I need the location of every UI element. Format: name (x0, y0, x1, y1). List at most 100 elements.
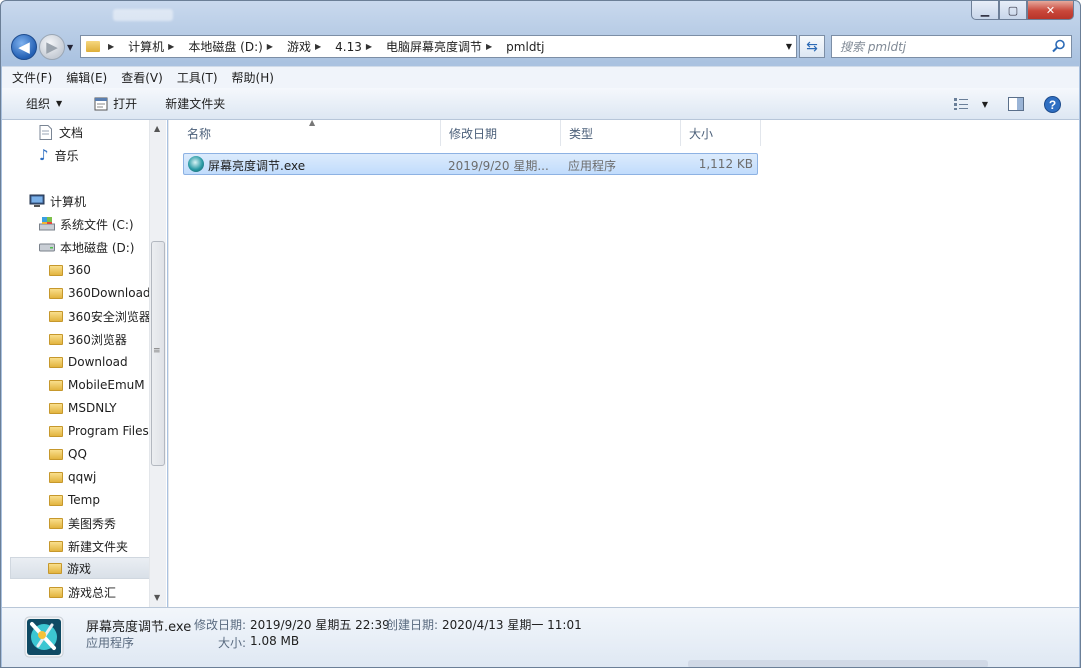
nav-folder[interactable]: 美图秀秀 (49, 512, 116, 534)
back-button[interactable]: ◀ (11, 34, 37, 60)
forward-button[interactable]: ▶ (39, 34, 65, 60)
document-icon (39, 124, 52, 140)
folder-icon (49, 402, 63, 414)
open-window-icon (94, 97, 108, 110)
nav-drive-c[interactable]: 系统文件 (C:) (39, 213, 134, 235)
back-arrow-icon: ◀ (18, 38, 30, 56)
nav-music[interactable]: ♪ 音乐 (39, 144, 79, 166)
chevron-down-icon: ▼ (56, 99, 63, 108)
file-modified: 2019/9/20 星期... (448, 159, 549, 173)
file-name: 屏幕亮度调节.exe (208, 159, 306, 173)
folder-icon (49, 517, 63, 529)
details-created-value: 2020/4/13 星期一 11:01 (442, 618, 582, 632)
view-options-button[interactable]: ▼ (953, 98, 988, 110)
search-input[interactable]: 搜索 pmldtj (831, 35, 1072, 58)
menu-edit[interactable]: 编辑(E) (66, 69, 107, 86)
chevron-right-icon[interactable]: ▶ (267, 42, 273, 51)
column-header-size[interactable]: 大小 (681, 120, 761, 146)
folder-icon (49, 540, 63, 552)
nav-folder[interactable]: 360安全浏览器 (49, 305, 151, 327)
nav-folder[interactable]: MSDNLY (49, 397, 117, 419)
folder-icon (49, 471, 63, 483)
recent-pages-dropdown[interactable]: ▼ (67, 43, 73, 52)
nav-folder[interactable]: qqwj (49, 466, 96, 488)
folder-icon (49, 356, 63, 368)
preview-pane-icon (1008, 97, 1024, 111)
nav-folder[interactable]: 360Download (49, 282, 151, 304)
system-drive-icon (39, 217, 55, 231)
details-modified-label: 修改日期: (194, 618, 247, 632)
nav-scrollbar[interactable]: ▲ ≡ ▼ (149, 120, 166, 607)
scroll-grip-icon: ≡ (153, 346, 161, 356)
nav-folder[interactable]: 360 (49, 259, 91, 281)
folder-icon (49, 379, 63, 391)
breadcrumb-pmldtj[interactable]: pmldtj (502, 40, 548, 54)
folder-icon (49, 448, 63, 460)
column-header-name[interactable]: ▲ 名称 (169, 118, 441, 146)
chevron-right-icon[interactable]: ▶ (366, 42, 372, 51)
column-header-modified[interactable]: 修改日期 (441, 120, 561, 146)
breadcrumb-4-13[interactable]: 4.13 ▶ (331, 40, 382, 54)
forward-arrow-icon: ▶ (46, 38, 58, 56)
open-button[interactable]: 打开 (94, 95, 137, 112)
help-button[interactable]: ? (1044, 95, 1061, 113)
blurred-region (688, 660, 988, 667)
folder-icon (49, 494, 63, 506)
nav-documents[interactable]: 文档 (39, 121, 83, 143)
details-size-value: 1.08 MB (250, 634, 300, 648)
nav-folder-selected[interactable]: 游戏 (10, 557, 150, 579)
file-size: 1,112 KB (698, 157, 753, 171)
nav-folder[interactable]: Temp (49, 489, 100, 511)
svg-text:?: ? (1049, 98, 1056, 112)
title-bar[interactable]: ▁ ▢ ✕ (1, 1, 1080, 31)
chevron-down-icon[interactable]: ▼ (786, 42, 792, 51)
breadcrumb-computer[interactable]: 计算机 ▶ (124, 38, 184, 55)
details-created-label: 创建日期: (386, 618, 439, 632)
close-button[interactable]: ✕ (1027, 1, 1074, 20)
nav-folder[interactable]: 360浏览器 (49, 328, 127, 350)
breadcrumb-brightness[interactable]: 电脑屏幕亮度调节 ▶ (382, 38, 502, 55)
nav-computer[interactable]: 计算机 (29, 190, 86, 212)
details-modified-value: 2019/9/20 星期五 22:39 (250, 618, 390, 632)
nav-folder[interactable]: 新建文件夹 (49, 535, 128, 557)
folder-icon (86, 41, 100, 52)
folder-icon (49, 287, 63, 299)
folder-icon (49, 333, 63, 345)
nav-folder[interactable]: Program Files (49, 420, 149, 442)
menu-tools[interactable]: 工具(T) (177, 69, 218, 86)
address-bar[interactable]: ▶ 计算机 ▶ 本地磁盘 (D:) ▶ 游戏 ▶ 4.13 ▶ 电脑屏幕亮度调节 ▶ pm… (80, 35, 797, 58)
chevron-right-icon[interactable]: ▶ (486, 42, 492, 51)
file-list[interactable]: ▲ 名称 修改日期 类型 大小 屏幕亮度调节.exe 2019/9/20 星期.… (168, 118, 1079, 607)
details-filename: 屏幕亮度调节.exe (86, 620, 192, 635)
nav-folder[interactable]: Download (49, 351, 128, 373)
nav-folder[interactable]: MobileEmuM (49, 374, 145, 396)
navigation-pane[interactable]: 文档 ♪ 音乐 计算机 系统文件 (C:) 本地磁盘 (D:) 360 360D… (2, 120, 167, 607)
breadcrumb-separator[interactable]: ▶ (100, 42, 124, 51)
organize-button[interactable]: 组织 ▼ (26, 95, 62, 112)
breadcrumb-games[interactable]: 游戏 ▶ (283, 38, 331, 55)
breadcrumb-drive-d[interactable]: 本地磁盘 (D:) ▶ (184, 38, 283, 55)
menu-help[interactable]: 帮助(H) (232, 69, 274, 86)
chevron-down-icon[interactable]: ▼ (982, 100, 988, 109)
nav-folder[interactable]: 游戏总汇 (49, 581, 116, 603)
menu-file[interactable]: 文件(F) (12, 69, 52, 86)
nav-folder[interactable]: QQ (49, 443, 87, 465)
search-icon[interactable] (1052, 39, 1066, 53)
nav-drive-d[interactable]: 本地磁盘 (D:) (39, 236, 134, 258)
preview-pane-button[interactable] (1008, 97, 1024, 111)
computer-icon (29, 194, 45, 207)
scroll-down-arrow-icon[interactable]: ▼ (154, 593, 160, 602)
minimize-button[interactable]: ▁ (971, 1, 999, 20)
chevron-right-icon[interactable]: ▶ (315, 42, 321, 51)
details-pane: 屏幕亮度调节.exe 应用程序 修改日期: 2019/9/20 星期五 22:3… (2, 607, 1079, 667)
file-row[interactable]: 屏幕亮度调节.exe 2019/9/20 星期... 应用程序 1,112 KB (183, 153, 758, 175)
column-header-type[interactable]: 类型 (561, 120, 681, 146)
refresh-button[interactable]: ⇆ (799, 35, 825, 58)
maximize-button[interactable]: ▢ (999, 1, 1027, 20)
scroll-up-arrow-icon[interactable]: ▲ (154, 124, 160, 133)
window-title (113, 9, 173, 21)
menu-view[interactable]: 查看(V) (121, 69, 163, 86)
folder-icon (49, 310, 63, 322)
chevron-right-icon[interactable]: ▶ (168, 42, 174, 51)
new-folder-button[interactable]: 新建文件夹 (165, 95, 225, 112)
